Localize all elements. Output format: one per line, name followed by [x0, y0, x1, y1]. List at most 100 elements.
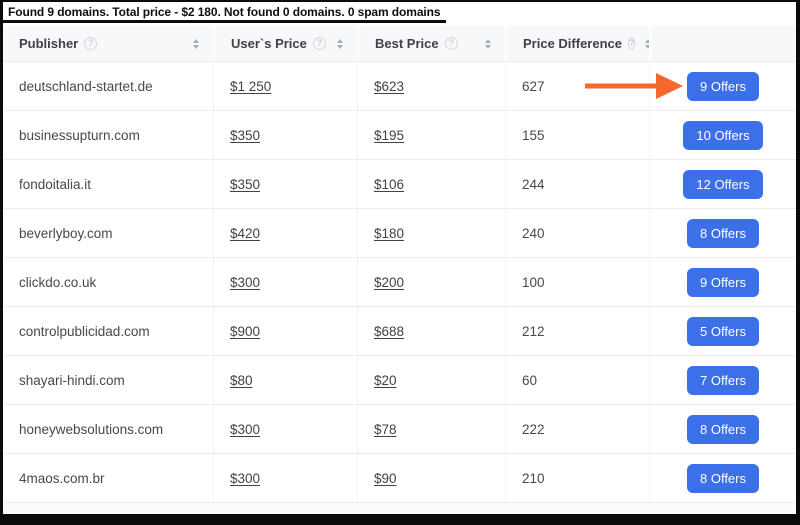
table-body: deutschland-startet.de$1 250$6236279 Off…	[3, 62, 796, 503]
offers-cell: 7 Offers	[649, 356, 796, 404]
users-price-cell: $420	[213, 209, 357, 257]
publisher-cell: deutschland-startet.de	[3, 62, 213, 110]
summary-bar: Found 9 domains. Total price - $2 180. N…	[3, 2, 796, 26]
users-price-link[interactable]: $350	[230, 177, 260, 192]
help-icon[interactable]: ?	[84, 37, 97, 50]
offers-button[interactable]: 8 Offers	[687, 219, 759, 248]
sort-down-arrow	[485, 45, 491, 49]
best-price-link[interactable]: $106	[374, 177, 404, 192]
sort-icon[interactable]	[485, 39, 491, 49]
offers-cell: 8 Offers	[649, 405, 796, 453]
best-price-cell: $688	[357, 307, 505, 355]
best-price-cell: $78	[357, 405, 505, 453]
users-price-link[interactable]: $300	[230, 422, 260, 437]
publisher-name: beverlyboy.com	[19, 226, 113, 241]
best-price-cell: $200	[357, 258, 505, 306]
offers-button[interactable]: 9 Offers	[687, 72, 759, 101]
publisher-cell: controlpublicidad.com	[3, 307, 213, 355]
sort-up-arrow	[485, 39, 491, 43]
offers-button[interactable]: 8 Offers	[687, 415, 759, 444]
offers-button[interactable]: 7 Offers	[687, 366, 759, 395]
price-difference-value: 155	[522, 128, 545, 143]
offers-button[interactable]: 9 Offers	[687, 268, 759, 297]
best-price-link[interactable]: $200	[374, 275, 404, 290]
summary-text: Found 9 domains. Total price - $2 180. N…	[3, 2, 446, 23]
users-price-cell: $900	[213, 307, 357, 355]
table-row: beverlyboy.com $420 $180 240 8 Offers	[3, 209, 796, 258]
publisher-name: deutschland-startet.de	[19, 79, 153, 94]
price-difference-value: 60	[522, 373, 537, 388]
best-price-link[interactable]: $195	[374, 128, 404, 143]
price-difference-cell: 244	[505, 160, 649, 208]
best-price-link[interactable]: $688	[374, 324, 404, 339]
offers-cell: 8 Offers	[649, 454, 796, 502]
column-header-price-difference[interactable]: Price Difference?	[505, 26, 649, 61]
help-icon[interactable]: ?	[445, 37, 458, 50]
best-price-cell: $180	[357, 209, 505, 257]
best-price-link[interactable]: $90	[374, 471, 397, 486]
users-price-link[interactable]: $80	[230, 373, 253, 388]
best-price-link[interactable]: $180	[374, 226, 404, 241]
column-label: Best Price	[375, 36, 439, 51]
table-row: 4maos.com.br $300 $90 210 8 Offers	[3, 454, 796, 503]
users-price-cell: $300	[213, 405, 357, 453]
sort-up-arrow	[193, 39, 199, 43]
price-difference-cell: 210	[505, 454, 649, 502]
price-difference-cell: 240	[505, 209, 649, 257]
sort-icon[interactable]	[337, 39, 343, 49]
screenshot-frame: Found 9 domains. Total price - $2 180. N…	[0, 0, 800, 525]
publisher-name: controlpublicidad.com	[19, 324, 150, 339]
footer-strip	[3, 503, 796, 512]
users-price-link[interactable]: $1 250	[230, 79, 271, 94]
column-header-publisher[interactable]: Publisher?	[3, 26, 213, 61]
publisher-name: honeywebsolutions.com	[19, 422, 163, 437]
table-row: businessupturn.com $350 $195 155 10 Offers	[3, 111, 796, 160]
table-row: shayari-hindi.com $80 $20 60 7 Offers	[3, 356, 796, 405]
users-price-cell: $300	[213, 258, 357, 306]
users-price-link[interactable]: $300	[230, 471, 260, 486]
best-price-link[interactable]: $20	[374, 373, 397, 388]
table-row: honeywebsolutions.com $300 $78 222 8 Offers	[3, 405, 796, 454]
column-header-best-price[interactable]: Best Price?	[357, 26, 505, 61]
publisher-name: 4maos.com.br	[19, 471, 105, 486]
offers-cell: 12 Offers	[649, 160, 796, 208]
price-difference-cell: 222	[505, 405, 649, 453]
users-price-link[interactable]: $420	[230, 226, 260, 241]
table-header-row: Publisher?User`s Price?Best Price?Price …	[3, 26, 796, 62]
column-label: Publisher	[19, 36, 78, 51]
column-header-offers	[649, 26, 796, 61]
publisher-cell: beverlyboy.com	[3, 209, 213, 257]
offers-button[interactable]: 8 Offers	[687, 464, 759, 493]
table-row: clickdo.co.uk$300$2001009 Offers	[3, 258, 796, 307]
users-price-cell: $300	[213, 454, 357, 502]
best-price-link[interactable]: $78	[374, 422, 397, 437]
help-icon[interactable]: ?	[313, 37, 326, 50]
offers-cell: 5 Offers	[649, 307, 796, 355]
publisher-cell: 4maos.com.br	[3, 454, 213, 502]
best-price-cell: $106	[357, 160, 505, 208]
price-difference-value: 210	[522, 471, 545, 486]
offers-button[interactable]: 10 Offers	[683, 121, 762, 150]
table-row: fondoitalia.it$350$10624412 Offers	[3, 160, 796, 209]
best-price-cell: $195	[357, 111, 505, 159]
help-icon[interactable]: ?	[628, 37, 635, 50]
annotation-arrow-icon	[585, 71, 684, 101]
sort-icon[interactable]	[193, 39, 199, 49]
price-difference-value: 240	[522, 226, 545, 241]
users-price-link[interactable]: $350	[230, 128, 260, 143]
best-price-link[interactable]: $623	[374, 79, 404, 94]
users-price-cell: $350	[213, 111, 357, 159]
price-difference-value: 222	[522, 422, 545, 437]
best-price-cell: $20	[357, 356, 505, 404]
offers-button[interactable]: 5 Offers	[687, 317, 759, 346]
sort-up-arrow	[337, 39, 343, 43]
price-difference-cell: 60	[505, 356, 649, 404]
publisher-cell: shayari-hindi.com	[3, 356, 213, 404]
column-header-users-price[interactable]: User`s Price?	[213, 26, 357, 61]
publisher-cell: honeywebsolutions.com	[3, 405, 213, 453]
publisher-name: businessupturn.com	[19, 128, 140, 143]
users-price-cell: $80	[213, 356, 357, 404]
users-price-link[interactable]: $300	[230, 275, 260, 290]
users-price-link[interactable]: $900	[230, 324, 260, 339]
offers-button[interactable]: 12 Offers	[683, 170, 762, 199]
